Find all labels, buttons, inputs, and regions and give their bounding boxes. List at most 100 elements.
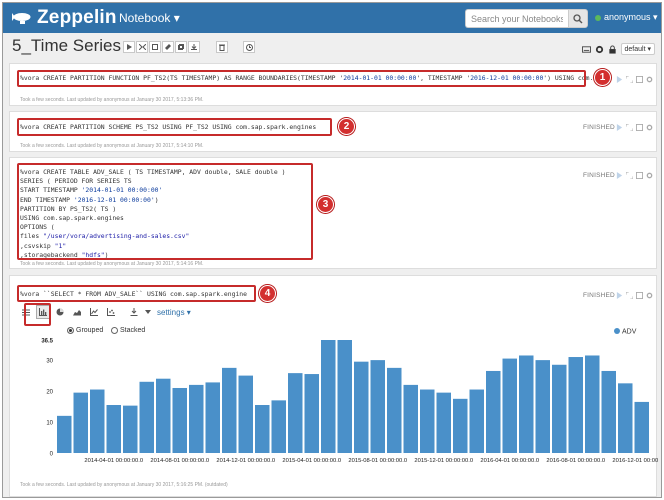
bar-2015-12[interactable]: [436, 392, 452, 453]
bar-2016-05[interactable]: [519, 355, 534, 453]
bar-2016-07[interactable]: [552, 364, 567, 453]
paragraph-2-updated: Took a few seconds. Last updated by anon…: [20, 143, 204, 149]
paragraph-2: %vora CREATE PARTITION SCHEME PS_TS2 USI…: [9, 111, 657, 152]
gear-icon[interactable]: [646, 76, 653, 83]
bar-2016-12[interactable]: [634, 401, 650, 453]
bar-2016-06[interactable]: [535, 360, 551, 453]
gear-icon[interactable]: [646, 124, 653, 131]
keyboard-icon[interactable]: [581, 45, 591, 54]
trash-icon: [219, 44, 225, 51]
expand-icon[interactable]: [626, 172, 633, 179]
bar-2015-03[interactable]: [288, 373, 303, 453]
bar-2016-04[interactable]: [502, 358, 518, 453]
bar-2016-10[interactable]: [601, 370, 617, 453]
paragraph-4: %vora ``SELECT * FROM ADV_SALE`` USING c…: [9, 275, 658, 497]
bar-2014-08[interactable]: [172, 387, 188, 453]
bar-2014-04[interactable]: [106, 405, 122, 453]
search-input[interactable]: [465, 9, 568, 28]
paragraph-1-actions: [616, 76, 653, 83]
expand-icon: [138, 44, 146, 50]
callout-2: 2: [338, 118, 355, 135]
bar-2014-07[interactable]: [156, 378, 171, 453]
x-tick-label: 2014-04-01 00:00:00.0: [84, 458, 143, 464]
book-icon[interactable]: [636, 172, 643, 179]
gear-icon[interactable]: [595, 45, 604, 54]
bar-2015-09[interactable]: [387, 367, 402, 453]
delete-button[interactable]: [216, 41, 228, 53]
bar-2015-05[interactable]: [321, 340, 336, 453]
x-tick-label: 2016-04-01 00:00:00.0: [480, 458, 539, 464]
bar-2016-11[interactable]: [618, 383, 633, 453]
bar-2016-02[interactable]: [469, 389, 485, 453]
paragraph-1-updated: Took a few seconds. Last updated by anon…: [20, 97, 204, 103]
interpreter-default-select[interactable]: default ▾: [620, 43, 655, 55]
highlight-box-2: [17, 118, 332, 136]
y-tick-label: 20: [46, 390, 53, 396]
run-paragraph-icon[interactable]: [616, 76, 623, 83]
export-button[interactable]: [188, 41, 200, 53]
bar-2014-01[interactable]: [57, 415, 72, 453]
expand-icon[interactable]: [626, 124, 633, 131]
book-icon[interactable]: [636, 76, 643, 83]
bar-2014-12[interactable]: [238, 375, 254, 453]
app-window: Zeppelin Notebook ▾ anonymous ▾ 5_Time S…: [2, 2, 662, 498]
y-tick-label: 10: [46, 421, 53, 427]
y-tick-label: 0: [50, 452, 54, 458]
lock-icon[interactable]: [608, 44, 617, 54]
paragraph-3-status: FINISHED: [583, 172, 615, 179]
bar-2014-09[interactable]: [189, 384, 204, 453]
header-right-tools: default ▾: [581, 43, 655, 55]
bar-2016-08[interactable]: [568, 357, 584, 453]
bar-2014-11[interactable]: [222, 367, 237, 453]
bar-2015-04[interactable]: [304, 374, 320, 453]
bar-2015-08[interactable]: [370, 360, 386, 453]
callout-3: 3: [317, 196, 334, 213]
notebook-toolbar: [123, 41, 201, 53]
paragraph-4-updated: Took a few seconds. Last updated by anon…: [20, 482, 228, 488]
run-paragraph-icon[interactable]: [616, 124, 623, 131]
legend-label-adv[interactable]: ADV: [622, 329, 637, 336]
toggle-code-button[interactable]: [136, 41, 148, 53]
bar-2014-03[interactable]: [90, 389, 105, 453]
bar-2015-11[interactable]: [420, 389, 435, 453]
bar-2015-01[interactable]: [255, 405, 270, 453]
bar-2015-02[interactable]: [271, 400, 287, 453]
bar-2015-06[interactable]: [337, 340, 353, 453]
brand-title[interactable]: Zeppelin: [37, 7, 117, 29]
callout-1: 1: [594, 69, 611, 86]
run-paragraph-icon[interactable]: [616, 172, 623, 179]
x-tick-label: 2015-08-01 00:00:00.0: [348, 458, 407, 464]
bar-2016-03[interactable]: [486, 370, 501, 453]
book-icon[interactable]: [636, 124, 643, 131]
run-all-button[interactable]: [123, 41, 135, 53]
connection-status-dot: [595, 15, 601, 21]
search-button[interactable]: [568, 9, 588, 28]
bar-2016-01[interactable]: [453, 398, 468, 453]
x-tick-label: 2014-08-01 00:00:00.0: [150, 458, 209, 464]
bar-2014-10[interactable]: [205, 382, 221, 453]
y-tick-label: 36.5: [41, 339, 53, 345]
expand-icon[interactable]: [626, 76, 633, 83]
clone-button[interactable]: [175, 41, 187, 53]
paragraph-3-updated: Took a few seconds. Last updated by anon…: [20, 261, 204, 267]
toggle-output-button[interactable]: [149, 41, 161, 53]
highlight-box-1: [17, 70, 586, 87]
x-tick-label: 2016-12-01 00:00:00.0: [612, 458, 658, 464]
bar-2014-02[interactable]: [73, 392, 89, 453]
clear-output-button[interactable]: [162, 41, 174, 53]
schedule-group: [243, 41, 256, 53]
bar-2014-05[interactable]: [123, 405, 138, 453]
bar-2015-10[interactable]: [403, 384, 419, 453]
notebook-title[interactable]: 5_Time Series: [12, 36, 121, 56]
copy-icon: [178, 44, 184, 50]
play-icon: [127, 44, 132, 50]
gear-icon[interactable]: [646, 172, 653, 179]
bar-2016-09[interactable]: [585, 355, 600, 453]
bar-2015-07[interactable]: [354, 361, 369, 453]
user-menu[interactable]: anonymous ▾: [604, 12, 658, 23]
notebook-menu[interactable]: Notebook ▾: [119, 11, 180, 25]
paragraph-2-status: FINISHED: [583, 124, 615, 131]
highlight-box-3: [17, 163, 313, 260]
bar-2014-06[interactable]: [139, 381, 155, 453]
schedule-button[interactable]: [243, 41, 255, 53]
